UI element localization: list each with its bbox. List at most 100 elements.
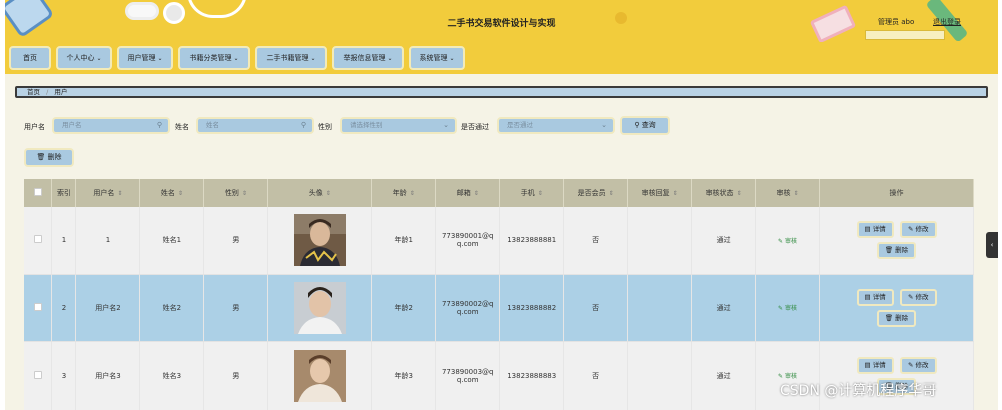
- current-user: 管理员 abo: [878, 18, 915, 26]
- audit-link[interactable]: ✎ 审核: [778, 373, 797, 380]
- column-header: 索引: [51, 179, 77, 207]
- username-input[interactable]: 用户名 ⚲: [52, 117, 170, 134]
- chevron-down-icon: ⌄: [387, 55, 393, 62]
- column-header[interactable]: 用户名 ⇕: [75, 179, 141, 207]
- audit-link[interactable]: ✎ 审核: [778, 238, 797, 245]
- sort-icon: ⇕: [409, 190, 415, 197]
- reply-cell: [627, 341, 693, 410]
- header-bar: 二手书交易软件设计与实现 管理员 abo 退出登录: [5, 0, 998, 42]
- edit-icon: ✎: [778, 237, 784, 245]
- search-button[interactable]: ⚲ 查询: [620, 116, 670, 135]
- column-header[interactable]: 邮箱 ⇕: [435, 179, 501, 207]
- gender-cell: 男: [203, 274, 269, 342]
- name-cell: 姓名1: [139, 207, 205, 275]
- sort-icon: ⇕: [177, 190, 183, 197]
- age-cell: 年龄1: [371, 207, 437, 275]
- detail-button[interactable]: ▤ 详情: [856, 221, 894, 239]
- main-nav: 首页 个人中心 ⌄ 用户管理 ⌄ 书籍分类管理 ⌄ 二手书籍管理 ⌄ 举报信息管理 ⌄ 系…: [5, 42, 998, 74]
- nav-item-user-management[interactable]: 用户管理 ⌄: [117, 46, 173, 70]
- index-cell: 3: [51, 341, 77, 410]
- chevron-down-icon: ⌄: [310, 55, 316, 62]
- reply-cell: [627, 274, 693, 342]
- column-header[interactable]: 手机 ⇕: [499, 179, 565, 207]
- name-cell: 姓名2: [139, 274, 205, 342]
- nav-item-personal-center[interactable]: 个人中心 ⌄: [56, 46, 112, 70]
- breadcrumb-current: 用户: [54, 88, 68, 96]
- approved-select[interactable]: 是否通过 ⌄: [497, 117, 615, 134]
- edit-button[interactable]: ✎ 修改: [899, 356, 937, 374]
- approved-label: 是否通过: [461, 123, 489, 131]
- document-icon: ▤: [864, 292, 871, 301]
- nav-item-report-management[interactable]: 举报信息管理 ⌄: [332, 46, 404, 70]
- phone-cell: 13823888882: [499, 274, 565, 342]
- column-header[interactable]: 性别 ⇕: [203, 179, 269, 207]
- member-cell: 否: [563, 341, 629, 410]
- row-checkbox[interactable]: [33, 302, 42, 311]
- username-cell: 用户名3: [75, 341, 141, 410]
- column-header[interactable]: 审核回复 ⇕: [627, 179, 693, 207]
- ruler-decoration: [865, 30, 945, 40]
- nav-item-category-management[interactable]: 书籍分类管理 ⌄: [178, 46, 250, 70]
- nav-item-system-management[interactable]: 系统管理 ⌄: [409, 46, 465, 70]
- column-header[interactable]: 姓名 ⇕: [139, 179, 205, 207]
- edit-button[interactable]: ✎ 修改: [899, 221, 937, 239]
- detail-button[interactable]: ▤ 详情: [856, 356, 894, 374]
- column-header[interactable]: 是否会员 ⇕: [563, 179, 629, 207]
- row-delete-button[interactable]: 🗑 删除: [876, 309, 917, 327]
- status-cell: 通过: [691, 274, 757, 342]
- search-icon: ⚲: [634, 121, 640, 129]
- breadcrumb-home[interactable]: 首页: [27, 88, 40, 96]
- chevron-down-icon: ⌄: [96, 55, 102, 62]
- row-checkbox[interactable]: [33, 235, 42, 244]
- member-cell: 否: [563, 274, 629, 342]
- chevron-down-icon: ⌄: [443, 121, 449, 129]
- row-checkbox[interactable]: [33, 370, 42, 379]
- table-row[interactable]: 1 1 姓名1 男 年龄1 773890001@q q.com 13823888…: [24, 207, 974, 275]
- logout-link[interactable]: 退出登录: [933, 17, 961, 27]
- edit-button[interactable]: ✎ 修改: [899, 288, 937, 306]
- row-delete-button[interactable]: 🗑 删除: [876, 242, 917, 260]
- age-cell: 年龄2: [371, 274, 437, 342]
- delete-button[interactable]: 🗑 删除: [24, 148, 74, 167]
- gender-label: 性别: [318, 123, 332, 131]
- column-header[interactable]: 年龄 ⇕: [371, 179, 437, 207]
- avatar-image[interactable]: [293, 214, 346, 267]
- edit-icon: ✎: [907, 292, 914, 301]
- edit-icon: ✎: [907, 360, 914, 369]
- column-header[interactable]: 审核状态 ⇕: [691, 179, 757, 207]
- search-icon: ⚲: [300, 121, 306, 129]
- table-header-row: 索引 用户名 ⇕ 姓名 ⇕ 性别 ⇕ 头像 ⇕ 年龄 ⇕ 邮箱 ⇕ 手机 ⇕ 是否会员 ⇕ 审核…: [24, 179, 974, 207]
- side-toggle-button[interactable]: ‹: [986, 232, 998, 258]
- email-cell: 773890002@q q.com: [435, 274, 501, 342]
- avatar-image[interactable]: [293, 281, 346, 334]
- column-header[interactable]: 审核 ⇕: [755, 179, 821, 207]
- email-cell: 773890003@q q.com: [435, 341, 501, 410]
- trash-icon: 🗑: [36, 153, 46, 161]
- username-label: 用户名: [24, 123, 45, 131]
- breadcrumb-separator: /: [46, 88, 49, 96]
- nav-item-book-management[interactable]: 二手书籍管理 ⌄: [255, 46, 327, 70]
- avatar-image[interactable]: [293, 349, 346, 402]
- search-icon: ⚲: [156, 121, 162, 129]
- username-cell: 1: [75, 207, 141, 275]
- name-input[interactable]: 姓名 ⚲: [196, 117, 314, 134]
- nav-item-home[interactable]: 首页: [9, 46, 51, 70]
- row-checkbox-cell: [24, 274, 53, 342]
- gender-cell: 男: [203, 341, 269, 410]
- sort-icon: ⇕: [793, 190, 799, 197]
- gender-select[interactable]: 请选择性别 ⌄: [340, 117, 457, 134]
- table-row[interactable]: 2 用户名2 姓名2 男 年龄2 773890002@q q.com 138238…: [24, 274, 974, 342]
- trash-icon: 🗑: [884, 246, 894, 255]
- avatar-cell: [267, 341, 373, 410]
- detail-button[interactable]: ▤ 详情: [856, 288, 894, 306]
- sort-icon: ⇕: [241, 190, 247, 197]
- actions-cell: ▤ 详情 ✎ 修改 🗑 删除: [819, 207, 974, 275]
- audit-link[interactable]: ✎ 审核: [778, 305, 797, 312]
- name-label: 姓名: [175, 123, 189, 131]
- sort-icon: ⇕: [325, 190, 331, 197]
- column-header[interactable]: 头像 ⇕: [267, 179, 373, 207]
- chevron-left-icon: ‹: [990, 241, 994, 249]
- audit-cell: ✎ 审核: [755, 207, 821, 275]
- select-all-checkbox[interactable]: [33, 188, 42, 196]
- avatar-cell: [267, 274, 373, 342]
